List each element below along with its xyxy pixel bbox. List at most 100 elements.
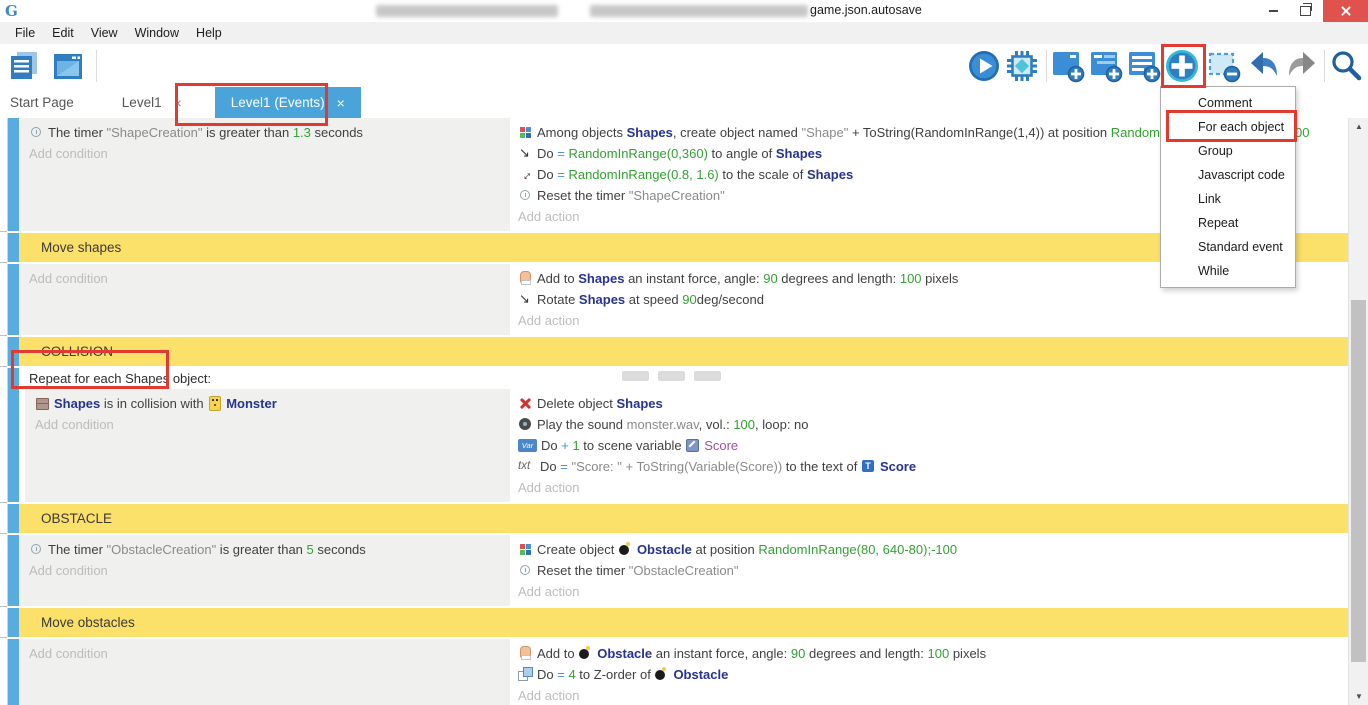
add-event-context-menu: CommentFor each objectGroupJavascript co… — [1160, 86, 1296, 288]
tab-close-icon[interactable] — [174, 96, 182, 110]
event-drag-bar[interactable] — [8, 337, 19, 366]
event-drag-bar[interactable] — [8, 368, 19, 502]
project-manager-button[interactable] — [6, 48, 42, 84]
redo-icon — [1285, 49, 1319, 83]
scroll-down-arrow[interactable]: ▼ — [1349, 688, 1368, 705]
play-button[interactable] — [966, 48, 1002, 84]
action-line[interactable]: Play the sound monster.wav, vol.: 100, l… — [510, 414, 1348, 435]
add-event-button[interactable] — [1050, 48, 1086, 84]
tab-label: Start Page — [10, 95, 74, 110]
event-group-bar[interactable]: Move obstacles — [19, 608, 1348, 637]
menu-file[interactable]: File — [8, 24, 42, 42]
tab-close-icon[interactable] — [337, 96, 345, 110]
event-block[interactable]: Add conditionAdd to Obstacle an instant … — [19, 639, 1348, 705]
event-drag-bar[interactable] — [8, 118, 19, 231]
add-other-event-button[interactable] — [1164, 48, 1200, 84]
redo-button[interactable] — [1284, 48, 1320, 84]
debug-button[interactable] — [1004, 48, 1040, 84]
event-gutter — [0, 535, 8, 606]
action-line[interactable]: Add to Obstacle an instant force, angle:… — [510, 643, 1348, 664]
scene-var-icon — [685, 438, 700, 452]
event-drag-bar[interactable] — [8, 608, 19, 637]
vertical-scrollbar[interactable]: ▲ ▼ — [1348, 118, 1368, 705]
event-drag-bar[interactable] — [8, 264, 19, 335]
condition-line[interactable]: Shapes is in collision with Monster — [25, 393, 510, 414]
scrollbar-thumb[interactable] — [1351, 300, 1366, 662]
event-block[interactable]: Add conditionAdd to Shapes an instant fo… — [19, 264, 1348, 335]
event-row: The timer "ObstacleCreation" is greater … — [0, 535, 1348, 606]
event-group-bar[interactable]: COLLISION — [19, 337, 1348, 366]
menu-item-for-each-object[interactable]: For each object — [1161, 115, 1295, 139]
scene-editor-button[interactable] — [50, 48, 86, 84]
event-group-bar[interactable]: OBSTACLE — [19, 504, 1348, 533]
scale-icon — [518, 167, 533, 181]
menu-help[interactable]: Help — [189, 24, 229, 42]
menu-item-javascript-code[interactable]: Javascript code — [1161, 163, 1295, 187]
action-line[interactable]: Delete object Shapes — [510, 393, 1348, 414]
menu-item-link[interactable]: Link — [1161, 187, 1295, 211]
tab-start-page[interactable]: Start Page — [0, 87, 87, 118]
add-comment-button[interactable] — [1126, 48, 1162, 84]
close-button[interactable] — [1323, 0, 1368, 22]
delete-event-icon — [1207, 49, 1241, 83]
add-action-button[interactable]: Add action — [510, 581, 1348, 602]
txt-icon — [518, 459, 536, 473]
event-drag-bar[interactable] — [8, 233, 19, 262]
angle-icon — [518, 292, 533, 306]
add-action-button[interactable]: Add action — [510, 310, 1348, 331]
event-block[interactable]: Repeat for each Shapes object:Shapes is … — [19, 368, 1348, 502]
menu-item-standard-event[interactable]: Standard event — [1161, 235, 1295, 259]
action-line[interactable]: Create object Obstacle at position Rando… — [510, 539, 1348, 560]
condition-line[interactable]: The timer "ShapeCreation" is greater tha… — [19, 122, 510, 143]
condition-line[interactable]: The timer "ObstacleCreation" is greater … — [19, 539, 510, 560]
group-bar-container[interactable]: COLLISION — [19, 337, 1348, 366]
delete-event-button[interactable] — [1206, 48, 1242, 84]
add-comment-icon — [1127, 49, 1161, 83]
timer-icon — [518, 188, 533, 202]
undo-button[interactable] — [1246, 48, 1282, 84]
add-condition-button[interactable]: Add condition — [19, 143, 510, 164]
add-condition-button[interactable]: Add condition — [19, 268, 510, 289]
action-line[interactable]: Do = 4 to Z-order of Obstacle — [510, 664, 1348, 685]
action-line[interactable]: Rotate Shapes at speed 90deg/second — [510, 289, 1348, 310]
angle-icon — [518, 146, 533, 160]
menu-view[interactable]: View — [84, 24, 125, 42]
actions-panel: Delete object ShapesPlay the sound monst… — [510, 389, 1348, 502]
restore-icon — [1300, 6, 1311, 16]
event-group-bar[interactable]: Move shapes — [19, 233, 1348, 262]
event-drag-bar[interactable] — [8, 504, 19, 533]
restore-button[interactable] — [1290, 0, 1320, 22]
event-drag-bar[interactable] — [8, 639, 19, 705]
add-sub-event-button[interactable] — [1088, 48, 1124, 84]
add-condition-button[interactable]: Add condition — [19, 560, 510, 581]
event-row: Repeat for each Shapes object:Shapes is … — [0, 368, 1348, 502]
event-group-row: Move shapes — [0, 233, 1348, 262]
add-action-button[interactable]: Add action — [510, 685, 1348, 705]
minimize-button[interactable] — [1258, 0, 1288, 22]
search-button[interactable] — [1328, 48, 1364, 84]
add-condition-button[interactable]: Add condition — [19, 643, 510, 664]
action-line[interactable]: Do = "Score: " + ToString(Variable(Score… — [510, 456, 1348, 477]
event-panels: Add conditionAdd to Obstacle an instant … — [19, 639, 1348, 705]
event-panels: Shapes is in collision with MonsterAdd c… — [19, 389, 1348, 502]
add-condition-button[interactable]: Add condition — [25, 414, 510, 435]
group-bar-container[interactable]: Move obstacles — [19, 608, 1348, 637]
menu-item-while[interactable]: While — [1161, 259, 1295, 283]
menu-item-group[interactable]: Group — [1161, 139, 1295, 163]
delete-icon — [518, 396, 533, 410]
action-line[interactable]: Reset the timer "ObstacleCreation" — [510, 560, 1348, 581]
group-bar-container[interactable]: OBSTACLE — [19, 504, 1348, 533]
event-block[interactable]: The timer "ShapeCreation" is greater tha… — [19, 118, 1348, 231]
scroll-up-arrow[interactable]: ▲ — [1349, 118, 1368, 135]
menu-item-repeat[interactable]: Repeat — [1161, 211, 1295, 235]
action-line[interactable]: Do + 1 to scene variable Score — [510, 435, 1348, 456]
tab-level1-events-[interactable]: Level1 (Events) — [215, 87, 361, 118]
group-bar-container[interactable]: Move shapes — [19, 233, 1348, 262]
add-action-button[interactable]: Add action — [510, 477, 1348, 498]
tab-level1[interactable]: Level1 — [109, 87, 195, 118]
menu-window[interactable]: Window — [128, 24, 186, 42]
event-block[interactable]: The timer "ObstacleCreation" is greater … — [19, 535, 1348, 606]
event-drag-bar[interactable] — [8, 535, 19, 606]
menu-item-comment[interactable]: Comment — [1161, 91, 1295, 115]
menu-edit[interactable]: Edit — [45, 24, 81, 42]
